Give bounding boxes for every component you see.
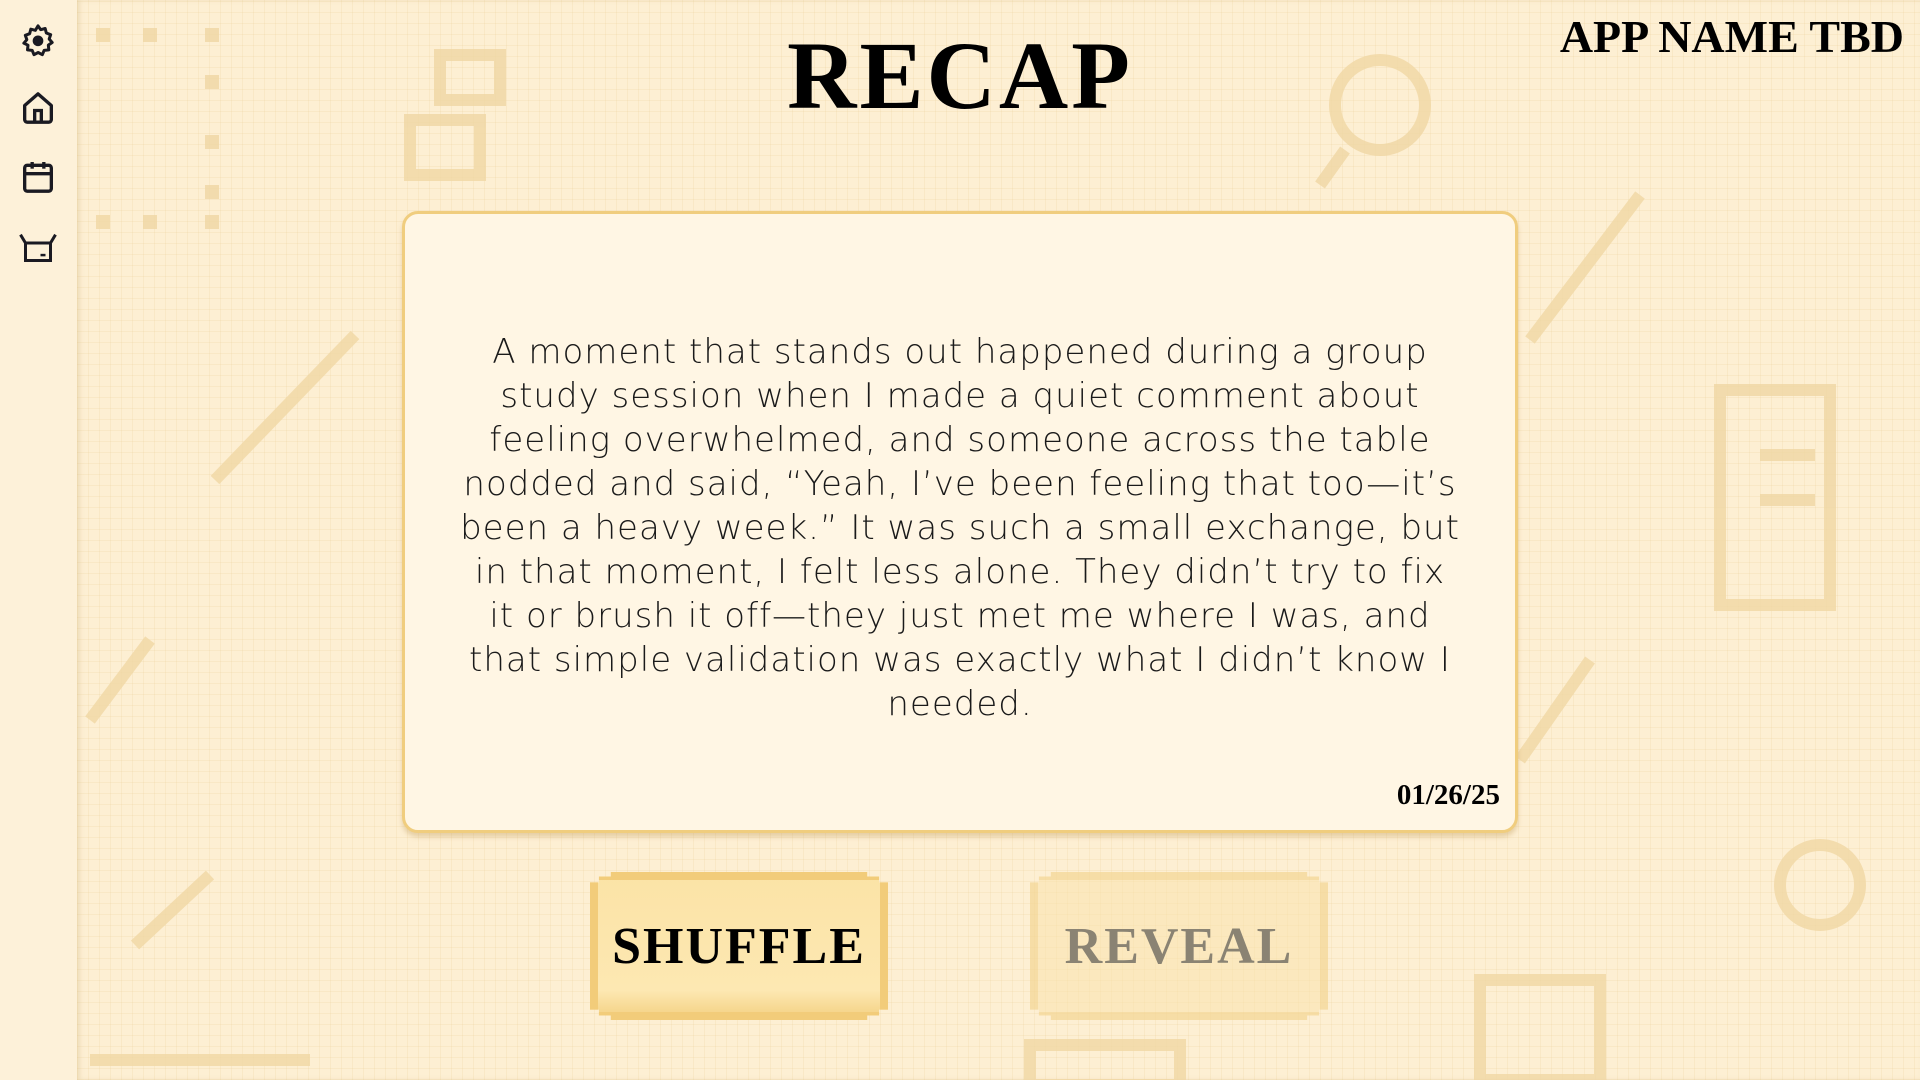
app-name: APP NAME TBD bbox=[1559, 11, 1904, 62]
recap-card: A moment that stands out happened during… bbox=[402, 211, 1518, 833]
calendar-icon[interactable] bbox=[18, 157, 58, 197]
sidebar bbox=[0, 0, 77, 1080]
open-box-icon[interactable] bbox=[18, 228, 58, 268]
recap-date: 01/26/25 bbox=[1396, 779, 1500, 811]
reveal-button[interactable]: REVEAL bbox=[1030, 872, 1328, 1020]
recap-text: A moment that stands out happened during… bbox=[460, 332, 1460, 724]
shuffle-button[interactable]: SHUFFLE bbox=[590, 872, 888, 1020]
